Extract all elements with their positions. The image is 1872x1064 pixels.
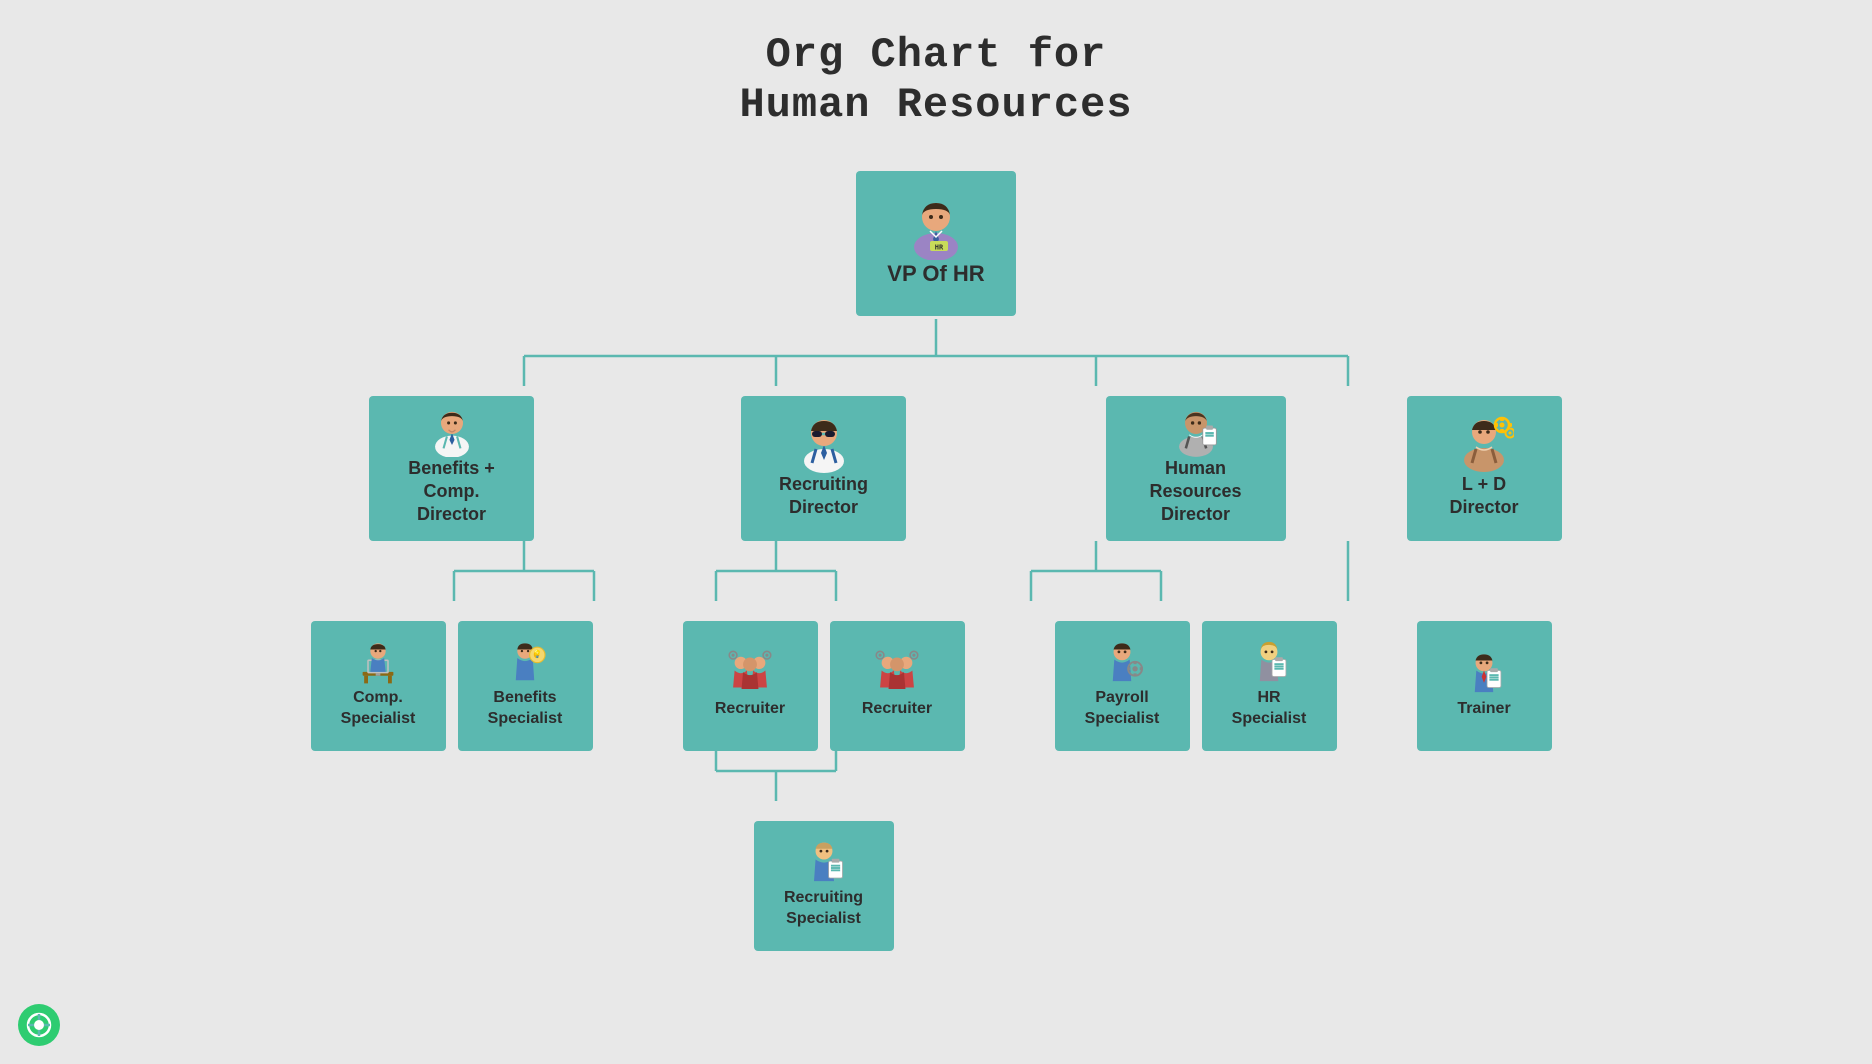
payroll-specialist-icon xyxy=(1097,638,1147,688)
benefits-specialist-node: 💡 BenefitsSpecialist xyxy=(458,621,593,751)
svg-text:💡: 💡 xyxy=(533,649,543,658)
recruiter2-icon xyxy=(872,649,922,699)
hr-director-node: Human ResourcesDirector xyxy=(1106,396,1286,541)
recruiting-col: RecruitingDirector xyxy=(683,396,965,951)
benefits-comp-label: Benefits + Comp.Director xyxy=(381,457,522,527)
comp-specialist-node: Comp.Specialist xyxy=(311,621,446,751)
vp-node: HR VP Of HR xyxy=(856,171,1016,316)
hr-director-label: Human ResourcesDirector xyxy=(1118,457,1274,527)
payroll-specialist-label: PayrollSpecialist xyxy=(1085,688,1160,730)
ld-director-icon xyxy=(1454,413,1514,473)
hr-specialist-node: HRSpecialist xyxy=(1202,621,1337,751)
recruiting-director-label: RecruitingDirector xyxy=(779,473,868,520)
recruiting-specialist-node: RecruitingSpecialist xyxy=(754,821,894,951)
recruiting-director-node: RecruitingDirector xyxy=(741,396,906,541)
benefits-comp-node: Benefits + Comp.Director xyxy=(369,396,534,541)
hr-director-icon xyxy=(1166,406,1226,457)
hr-director-col: Human ResourcesDirector xyxy=(1055,396,1337,951)
recruiter1-icon xyxy=(725,649,775,699)
ld-director-label: L + DDirector xyxy=(1449,473,1518,520)
hr-specialist-icon xyxy=(1244,638,1294,688)
recruiting-director-icon xyxy=(794,413,854,473)
benefits-specialist-label: BenefitsSpecialist xyxy=(488,688,563,730)
recruiter1-node: Recruiter xyxy=(683,621,818,751)
payroll-specialist-node: PayrollSpecialist xyxy=(1055,621,1190,751)
org-chart: HR VP Of HR xyxy=(336,171,1536,991)
comp-specialist-label: Comp.Specialist xyxy=(341,688,416,730)
vp-icon: HR xyxy=(904,195,969,260)
ld-director-node: L + DDirector xyxy=(1407,396,1562,541)
page-title: Org Chart for Human Resources xyxy=(739,30,1132,131)
hr-specialist-label: HRSpecialist xyxy=(1232,688,1307,730)
recruiter1-label: Recruiter xyxy=(715,699,785,719)
benefits-comp-col: Benefits + Comp.Director xyxy=(311,396,593,951)
comp-specialist-icon xyxy=(353,638,403,688)
bottom-logo[interactable] xyxy=(18,1004,60,1046)
ld-col: L + DDirector xyxy=(1407,396,1562,951)
trainer-icon xyxy=(1459,649,1509,699)
recruiter2-node: Recruiter xyxy=(830,621,965,751)
recruiting-specialist-label: RecruitingSpecialist xyxy=(784,888,863,930)
trainer-label: Trainer xyxy=(1457,699,1510,719)
trainer-node: Trainer xyxy=(1417,621,1552,751)
logo-icon xyxy=(26,1012,52,1038)
recruiter2-label: Recruiter xyxy=(862,699,932,719)
benefits-comp-director-icon xyxy=(422,406,482,457)
benefits-specialist-icon: 💡 xyxy=(500,638,550,688)
recruiting-specialist-icon xyxy=(799,838,849,888)
vp-label: VP Of HR xyxy=(887,260,984,288)
svg-text:HR: HR xyxy=(934,244,943,252)
